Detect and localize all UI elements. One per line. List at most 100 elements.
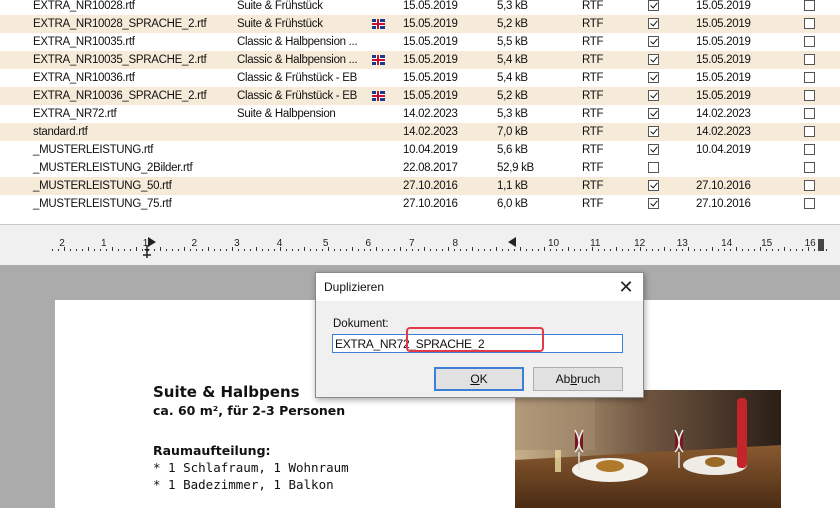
ruler-tick [340,249,341,251]
date-modified-cell: 15.05.2019 [696,54,751,66]
table-row[interactable]: EXTRA_NR10028_SPRACHE_2.rtf Suite & Frühs… [0,15,840,33]
date-modified-cell: 27.10.2016 [696,180,751,192]
ruler-tick [286,249,287,251]
row-checkbox[interactable] [648,0,659,11]
row-checkbox[interactable] [648,198,659,209]
row-checkbox-2[interactable] [804,144,815,155]
row-checkbox-2[interactable] [804,0,815,11]
table-row[interactable]: EXTRA_NR10035_SPRACHE_2.rtf Classic & Hal… [0,51,840,69]
ruler-tick [208,247,209,251]
file-type-cell: RTF [582,54,604,66]
table-row[interactable]: EXTRA_NR10036_SPRACHE_2.rtf Classic & Frü… [0,87,840,105]
ruler-scale: 21123456781011121314151617 [52,238,840,251]
table-row[interactable]: EXTRA_NR10028.rtf Suite & Frühstück 15.05.… [0,0,840,15]
ruler-tick [610,249,611,251]
ruler-tick [544,247,545,251]
table-row[interactable]: EXTRA_NR72.rtf Suite & Halbpension 14.02.2… [0,105,840,123]
row-checkbox-2[interactable] [804,198,815,209]
ruler-tick [58,249,59,251]
file-size-cell: 5,2 kB [497,18,528,30]
date-modified-cell: 14.02.2023 [696,126,751,138]
ruler-tick [238,249,239,251]
table-row[interactable]: _MUSTERLEISTUNG_2Bilder.rtf 22.08.2017 52,… [0,159,840,177]
row-checkbox-2[interactable] [804,72,815,83]
file-size-cell: 5,3 kB [497,0,528,12]
first-line-indent-marker-icon[interactable] [148,237,156,247]
ruler-number: 2 [191,238,198,249]
row-checkbox-2[interactable] [804,36,815,47]
ruler-tick [706,249,707,251]
row-checkbox-2[interactable] [804,180,815,191]
row-checkbox[interactable] [648,36,659,47]
ruler-tick [448,247,449,251]
table-row[interactable]: EXTRA_NR10036.rtf Classic & Frühstück - E… [0,69,840,87]
row-checkbox[interactable] [648,162,659,173]
ruler-tick [304,247,305,251]
right-indent-marker-icon[interactable] [508,237,516,247]
ruler-tick [688,247,689,251]
file-type-cell: RTF [582,108,604,120]
ruler[interactable]: 21123456781011121314151617 [0,225,840,265]
date-cell: 15.05.2019 [403,72,458,84]
dialog-titlebar[interactable]: Duplizieren ✕ [316,273,643,301]
ruler-number: 2 [59,238,65,249]
row-checkbox[interactable] [648,180,659,191]
document-title: Suite & Halbpens [153,383,300,401]
ruler-number: 16 [804,238,816,249]
ruler-tick [52,249,53,251]
cancel-label-accelerator: b [570,372,578,386]
ruler-tick [796,249,797,251]
ruler-tick [94,249,95,251]
ruler-tick [598,249,599,251]
cancel-button[interactable]: Abbruch [533,367,623,391]
file-type-cell: RTF [582,18,604,30]
date-modified-cell: 27.10.2016 [696,198,751,210]
document-line: * 1 Badezimmer, 1 Balkon [153,477,334,492]
row-checkbox-2[interactable] [804,90,815,101]
file-size-cell: 7,0 kB [497,126,528,138]
file-type-cell: RTF [582,36,604,48]
ruler-tick [472,247,473,251]
row-checkbox[interactable] [648,144,659,155]
row-checkbox[interactable] [648,72,659,83]
table-row[interactable]: _MUSTERLEISTUNG_75.rtf 27.10.2016 6,0 kB RT… [0,195,840,213]
ruler-number: 5 [322,238,329,249]
row-checkbox-2[interactable] [804,108,815,119]
row-checkbox[interactable] [648,126,659,137]
ruler-tick [136,247,137,251]
ok-button[interactable]: OK [434,367,524,391]
row-checkbox-2[interactable] [804,126,815,137]
ruler-tick [742,249,743,251]
ruler-number: 4 [276,238,283,249]
file-name-cell: _MUSTERLEISTUNG_50.rtf [33,180,172,192]
ruler-tick [814,249,815,251]
ruler-tick [670,249,671,251]
row-checkbox-2[interactable] [804,162,815,173]
close-icon[interactable]: ✕ [613,275,639,299]
row-checkbox[interactable] [648,90,659,101]
ruler-tick [346,249,347,251]
table-row[interactable]: _MUSTERLEISTUNG_50.rtf 27.10.2016 1,1 kB RT… [0,177,840,195]
ruler-tick [358,249,359,251]
date-cell: 15.05.2019 [403,90,458,102]
row-checkbox[interactable] [648,18,659,29]
file-name-cell: EXTRA_NR10036_SPRACHE_2.rtf [33,90,207,102]
uk-flag-icon [372,19,385,29]
ruler-tick [526,249,527,251]
file-size-cell: 5,3 kB [497,108,528,120]
ruler-number: 13 [676,238,688,249]
left-indent-marker-icon[interactable] [142,245,152,259]
ruler-tick [100,249,101,251]
table-row[interactable]: _MUSTERLEISTUNG.rtf 10.04.2019 5,6 kB RTF 10… [0,141,840,159]
ruler-tick [106,249,107,251]
ruler-tick [520,247,521,251]
row-checkbox-2[interactable] [804,18,815,29]
ruler-margin-marker[interactable] [818,239,824,251]
row-checkbox[interactable] [648,54,659,65]
date-cell: 27.10.2016 [403,198,458,210]
row-checkbox-2[interactable] [804,54,815,65]
table-row[interactable]: EXTRA_NR10035.rtf Classic & Halbpension .… [0,33,840,51]
row-checkbox[interactable] [648,108,659,119]
table-row[interactable]: standard.rtf 14.02.2023 7,0 kB RTF 14.02.202… [0,123,840,141]
uk-flag-icon [372,91,385,101]
